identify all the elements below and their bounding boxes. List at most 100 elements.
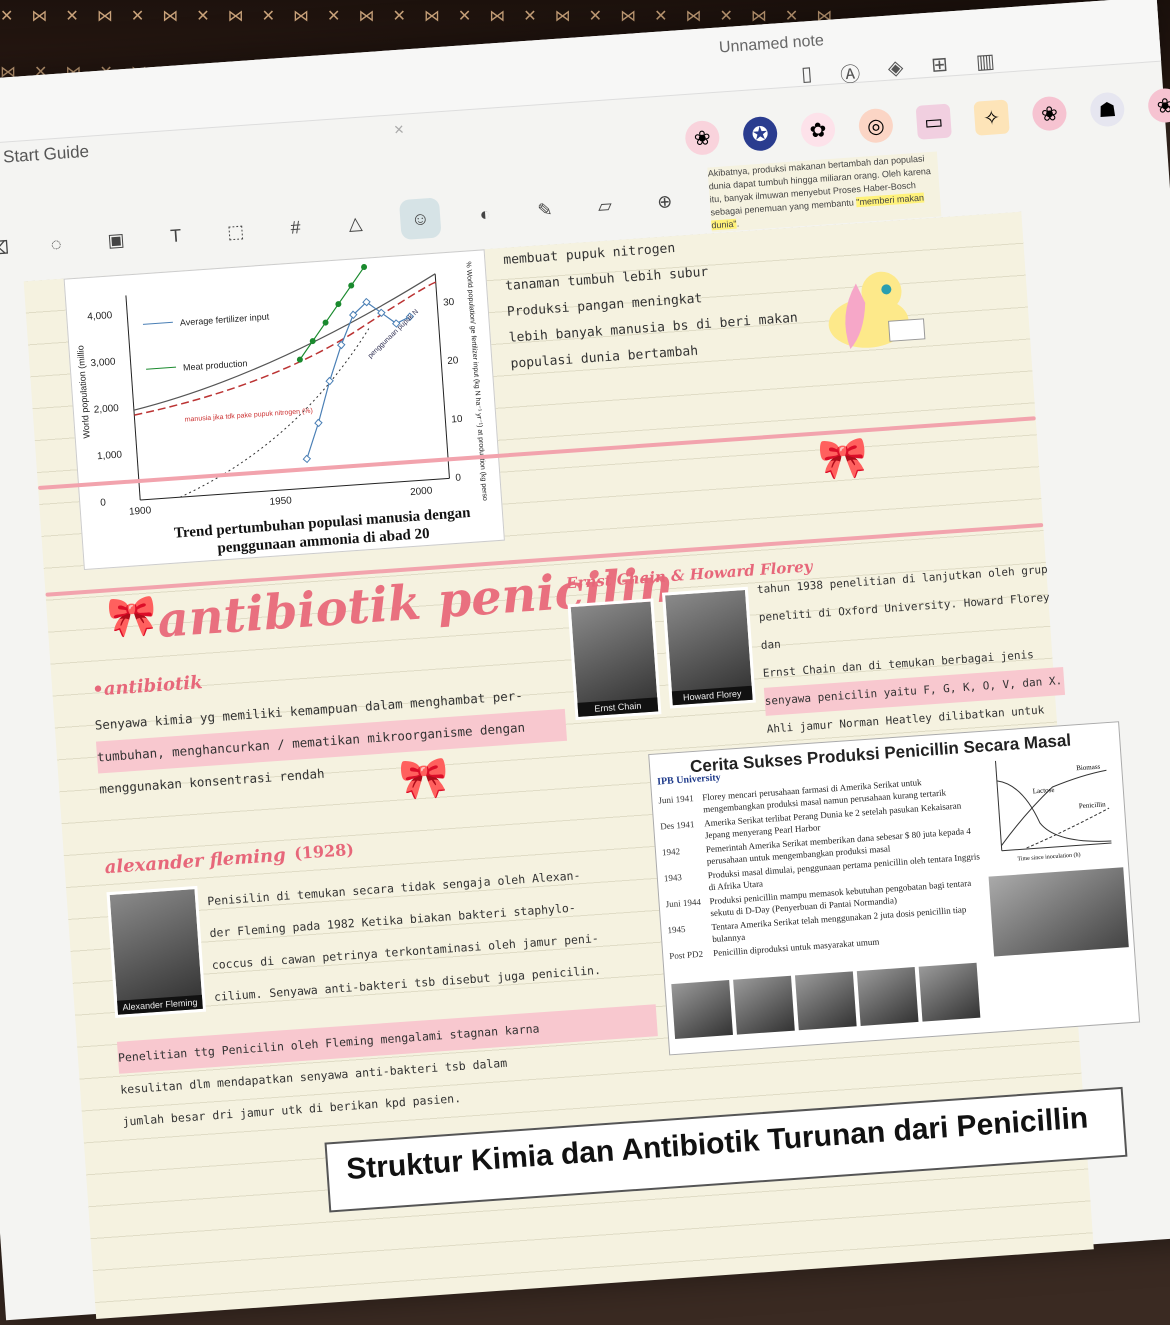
melody-sticker-icon: 🎀 — [397, 755, 451, 803]
legend-swatch — [146, 366, 177, 370]
timeline-year: 1943 — [663, 872, 683, 884]
sticker-label-icon[interactable]: ✧ — [973, 99, 1010, 136]
y-tick-label: 1,000 — [97, 449, 123, 462]
data-point — [314, 418, 323, 428]
timeline-year: Juni 1944 — [665, 896, 702, 910]
x-tick-label: 1950 — [269, 495, 292, 508]
y2-tick-label: 30 — [443, 297, 455, 309]
tablet-screen: Unnamed note ▯ Ⓐ ◈ ⊞ ▥ Quick Start Guide… — [0, 0, 1170, 1321]
production-slide: Cerita Sukses Produksi Penicillin Secara… — [648, 721, 1141, 1056]
sticker-figure-icon[interactable]: ☗ — [1089, 91, 1126, 128]
photo-caption: Howard Florey — [671, 685, 753, 706]
production-timeline: Juni 1941 Florey mencari perusahaan farma… — [658, 772, 989, 964]
population-line — [133, 273, 436, 411]
y-tick-label: 4,000 — [87, 310, 113, 323]
sticker-melody2-icon[interactable]: ❀ — [1031, 95, 1068, 132]
y-tick-label: 2,000 — [93, 403, 119, 416]
x-tick-label: 2000 — [410, 486, 433, 499]
history-photo — [733, 975, 795, 1035]
sticker-bar: ❀ ✪ ✿ ◎ ▭ ✧ ❀ ☗ ❀ — [684, 87, 1170, 156]
fleming-paragraph-2: Penelitian ttg Penicilin oleh Fleming me… — [116, 1004, 662, 1137]
y2-axis-label: % World population/ ge fertilizer input … — [464, 261, 490, 527]
legend-swatch — [142, 321, 173, 325]
layers-icon[interactable]: ◈ — [887, 55, 904, 85]
chart-svg: 1900 1950 2000 0 1,000 2,000 3,000 4,000 0 10 20 30… — [75, 261, 490, 527]
mini-chart-label: Biomass — [1076, 763, 1101, 773]
legend-label: Average fertilizer input — [180, 311, 270, 327]
text-icon[interactable]: T — [160, 220, 192, 252]
book-icon[interactable]: ▯ — [800, 61, 813, 91]
pen-circle-icon[interactable]: Ⓐ — [839, 58, 861, 88]
highlighter-icon[interactable]: ✎ — [529, 194, 561, 226]
x-axis — [140, 477, 450, 501]
melody-sticker-icon: 🎀 — [816, 435, 870, 483]
shapes-icon[interactable]: △ — [339, 207, 371, 239]
flow-notes: membuat pupuk nitrogen tanaman tumbuh le… — [503, 228, 801, 378]
mini-chart-label: Lactose — [1032, 786, 1054, 795]
sticker-donut-icon[interactable]: ◎ — [857, 107, 895, 144]
antibiotik-heading: •antibiotik — [91, 672, 204, 701]
note-page[interactable]: 1900 1950 2000 0 1,000 2,000 3,000 4,000 0 10 20 30… — [23, 151, 1141, 1320]
sticker-bunny-icon[interactable]: ✿ — [799, 111, 837, 148]
population-trend-line — [134, 281, 438, 416]
sidebar-icon[interactable]: ▥ — [975, 48, 996, 78]
fleming-year: (1928) — [293, 839, 355, 864]
chart-annotation: penggunaan pupuk N — [367, 308, 420, 360]
timeline-year: 1945 — [667, 923, 686, 936]
timeline-year: 1942 — [661, 846, 681, 858]
image-icon[interactable]: ▣ — [100, 224, 132, 256]
melody-sticker-icon: 🎀 — [105, 593, 159, 641]
sticker-ipb-logo-icon[interactable]: ✪ — [742, 115, 779, 152]
tape-icon[interactable]: ◐ — [469, 198, 501, 230]
selection-icon[interactable]: ⬚ — [220, 216, 252, 248]
sticker-tape-icon[interactable]: ▭ — [915, 103, 952, 140]
close-icon[interactable]: × — [393, 120, 404, 141]
fleming-photo: Alexander Fleming — [106, 885, 207, 1018]
pasted-text: Akibatnya, produksi makanan bertambah da… — [707, 151, 942, 233]
y2-tick-label: 20 — [447, 355, 459, 367]
hashtag-icon[interactable]: # — [280, 211, 312, 243]
sticker-melody-icon[interactable]: ❀ — [684, 119, 721, 156]
fermenter-photo — [988, 867, 1129, 957]
history-photo — [671, 980, 733, 1039]
history-photo — [918, 962, 981, 1022]
photo-caption: Ernst Chain — [577, 697, 659, 717]
fleming-heading: alexander fleming — [104, 844, 287, 879]
add-page-icon[interactable]: ⊞ — [930, 52, 949, 82]
population-chart: 1900 1950 2000 0 1,000 2,000 3,000 4,000 0 10 20 30… — [63, 249, 505, 571]
ruler-icon[interactable]: ▱ — [589, 190, 621, 222]
timeline-year: Post PD2 — [668, 948, 704, 962]
data-point — [337, 340, 346, 350]
x-tick-label: 1900 — [129, 505, 152, 518]
section-title: antibiotik penicilin — [509, 477, 520, 479]
y-tick-label: 3,000 — [90, 357, 116, 370]
timeline-year: Des 1941 — [659, 819, 695, 832]
y2-tick-label: 0 — [455, 472, 462, 483]
ipb-logo: IPB University — [656, 772, 721, 788]
history-photos — [671, 962, 981, 1039]
y-axis — [125, 295, 141, 500]
pasted-text-end: . — [736, 218, 740, 229]
zoom-icon[interactable]: ⊕ — [649, 186, 681, 218]
pony-sticker-icon — [828, 271, 926, 350]
timeline-year: Juni 1941 — [658, 793, 694, 806]
data-point — [325, 376, 334, 386]
fleming-paragraph: Penisilin di temukan secara tidak sengaj… — [206, 855, 654, 1013]
legend-label: Meat production — [183, 358, 248, 372]
y-tick-label: 0 — [100, 497, 107, 508]
sticker-icon[interactable]: ☺ — [398, 197, 442, 241]
antibiotik-definition: Senyawa kimia yg memiliki kemampuan dala… — [94, 677, 570, 806]
note-title[interactable]: Unnamed note — [718, 32, 824, 57]
howard-florey-photo: Howard Florey — [661, 586, 756, 709]
data-point — [302, 454, 312, 464]
chart-annotation: manusia jika tdk pake pupuk nitrogen (%) — [185, 408, 314, 424]
eraser-icon[interactable]: ⌫ — [0, 232, 12, 264]
sticker-melody3-icon[interactable]: ❀ — [1147, 87, 1170, 124]
history-photo — [856, 967, 919, 1026]
ernst-chain-photo: Ernst Chain — [567, 598, 662, 721]
top-icon-bar: ▯ Ⓐ ◈ ⊞ ▥ — [800, 48, 996, 90]
mini-chart-label: Penicillin — [1079, 800, 1107, 810]
tab-label: Quick Start Guide — [0, 141, 90, 170]
fermentation-mini-chart: Lactose Biomass Penicillin Time since in… — [994, 760, 1112, 863]
lasso-icon[interactable]: ◌ — [40, 228, 72, 260]
